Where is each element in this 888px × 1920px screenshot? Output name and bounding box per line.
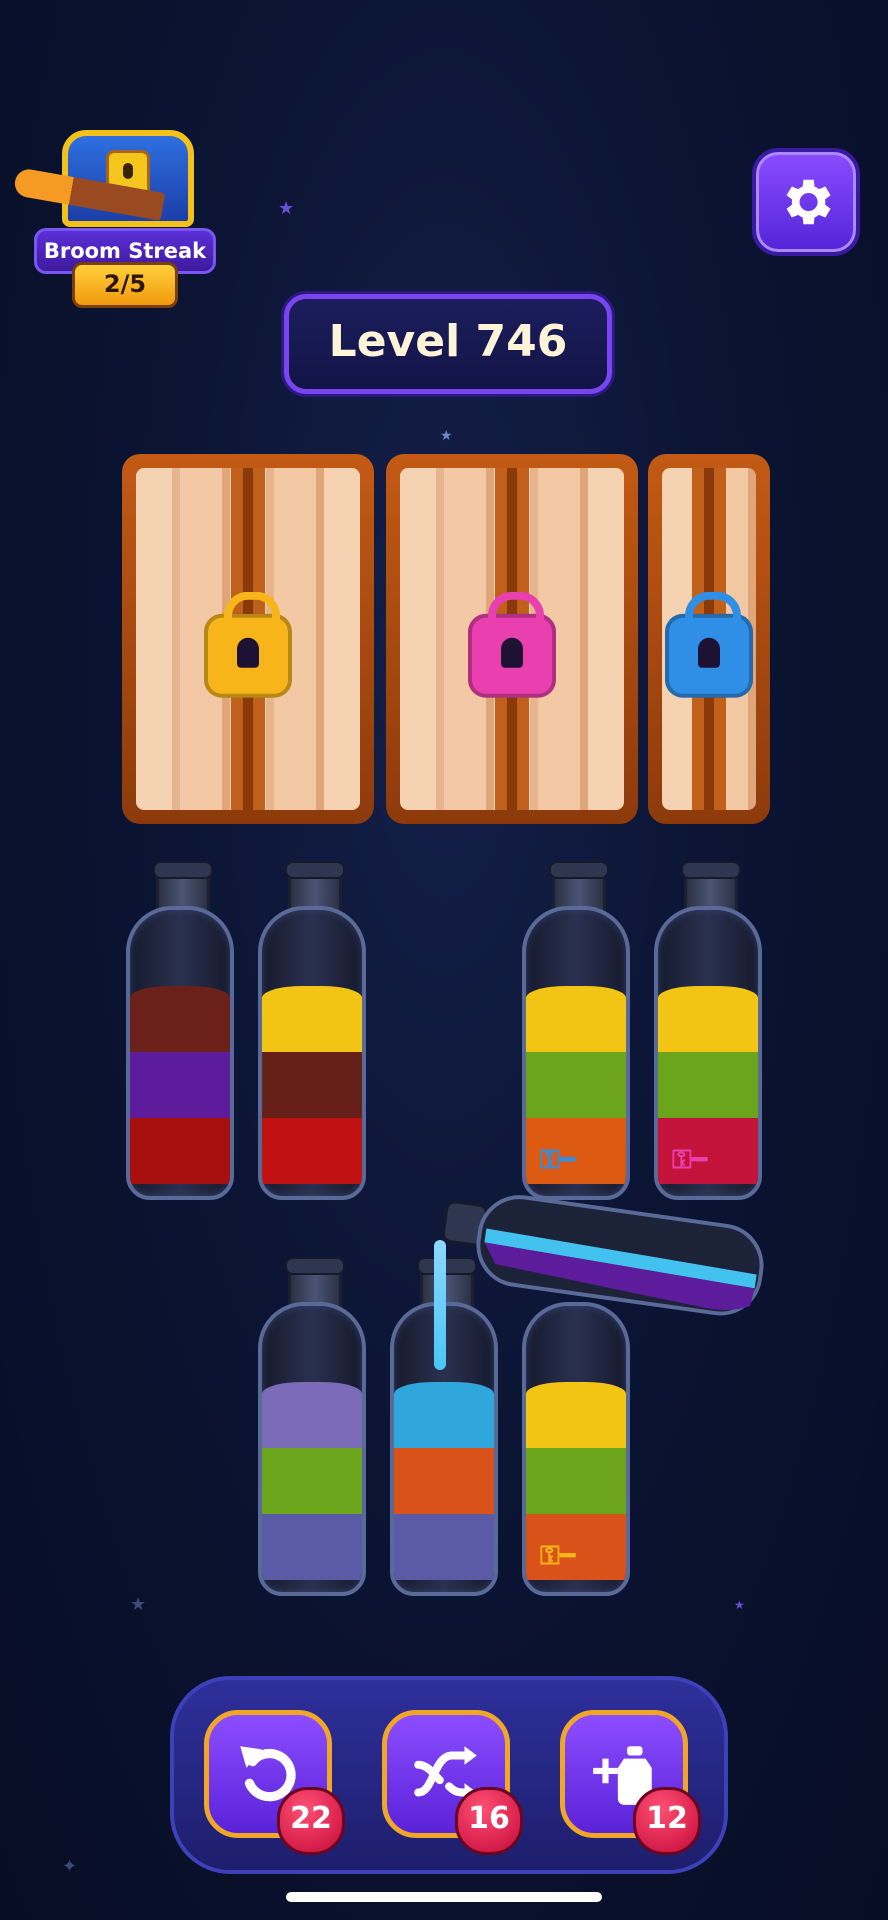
liquid-layer <box>658 1052 758 1118</box>
locked-crate-yellow[interactable] <box>122 454 374 824</box>
padlock-icon <box>665 591 753 698</box>
bottle[interactable]: ⚿━ <box>522 861 630 1202</box>
key-icon: ⚿━ <box>672 1145 708 1175</box>
bottle-glass: ⚿━ <box>522 906 630 1200</box>
liquid-layer <box>130 1052 230 1118</box>
liquid-layer <box>394 1448 494 1514</box>
shuffle-count-badge: 16 <box>455 1787 523 1855</box>
crate-panel <box>400 468 624 810</box>
liquid-layer <box>262 1118 362 1184</box>
padlock-icon <box>468 591 556 698</box>
star-decoration: ★ <box>440 428 453 444</box>
bottle-glass: ⚿━ <box>654 906 762 1200</box>
home-indicator <box>286 1892 602 1902</box>
liquid-layer <box>262 986 362 1052</box>
level-title: Level 746 <box>284 294 612 394</box>
locked-crate-pink[interactable] <box>386 454 638 824</box>
star-decoration: ★ <box>278 198 295 219</box>
bottle[interactable] <box>126 861 234 1202</box>
undo-count-badge: 22 <box>277 1787 345 1855</box>
key-icon: ⚿━ <box>540 1541 576 1571</box>
liquid-layer <box>526 1382 626 1448</box>
key-icon: ⚿━ <box>540 1145 576 1175</box>
bottle-glass <box>126 906 234 1200</box>
bottle[interactable]: ⚿━ <box>654 861 762 1202</box>
settings-button[interactable] <box>752 148 860 256</box>
bottle-glass <box>258 906 366 1200</box>
liquid-layer <box>262 1052 362 1118</box>
undo-button[interactable]: 22 <box>204 1710 345 1855</box>
padlock-icon <box>204 591 292 698</box>
star-decoration: ✦ <box>62 1856 78 1877</box>
liquid-layer <box>658 986 758 1052</box>
booster-toolbar: 22 16 12 <box>170 1676 728 1874</box>
gear-icon <box>786 179 831 225</box>
liquid-layer <box>394 1382 494 1448</box>
locked-crate-blue[interactable] <box>648 454 770 824</box>
bottle-glass <box>258 1302 366 1596</box>
streak-count: 2/5 <box>72 262 178 308</box>
liquid-layer <box>262 1514 362 1580</box>
star-decoration: ★ <box>130 1594 147 1615</box>
add-bottle-count-badge: 12 <box>633 1787 701 1855</box>
add-bottle-button[interactable]: 12 <box>560 1710 701 1855</box>
liquid-layer <box>130 1118 230 1184</box>
broom-streak-badge[interactable]: Broom Streak 2/5 <box>12 110 216 308</box>
liquid-layer <box>526 1052 626 1118</box>
crate-panel <box>136 468 360 810</box>
liquid-layer <box>262 1382 362 1448</box>
bottle-glass: ⚿━ <box>522 1302 630 1596</box>
bottle[interactable]: ⚿━ <box>522 1258 630 1598</box>
star-decoration: ★ <box>734 1598 745 1612</box>
bottle[interactable] <box>258 1257 366 1598</box>
crate-panel <box>662 468 756 810</box>
liquid-layer <box>526 986 626 1052</box>
liquid-layer <box>130 986 230 1052</box>
shuffle-button[interactable]: 16 <box>382 1710 523 1855</box>
bottle[interactable] <box>258 861 366 1202</box>
liquid-layer <box>262 1448 362 1514</box>
liquid-layer <box>526 1448 626 1514</box>
liquid-layer <box>394 1514 494 1580</box>
